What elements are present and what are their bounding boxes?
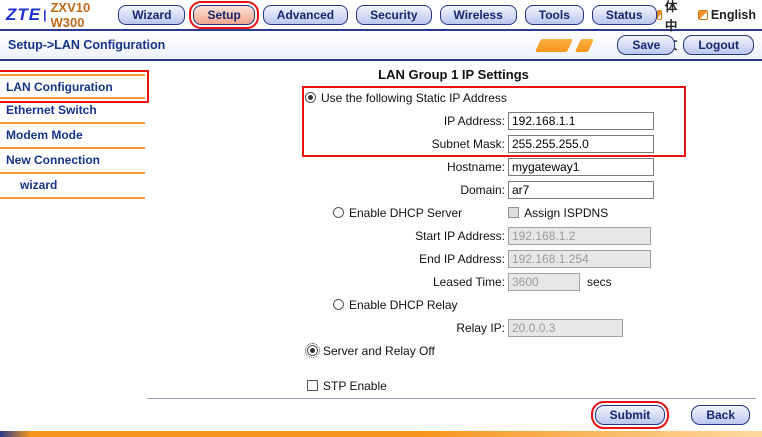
ip-address-row: IP Address: <box>145 109 762 132</box>
lang-english-label: English <box>710 7 756 22</box>
dhcp-relay-radio-row: Enable DHCP Relay <box>145 293 762 316</box>
dhcp-relay-radio-label: Enable DHCP Relay <box>349 297 458 312</box>
static-ip-radio-label: Use the following Static IP Address <box>321 90 507 105</box>
tab-setup[interactable]: Setup <box>189 0 259 29</box>
stp-enable-row: STP Enable <box>145 374 762 397</box>
end-ip-input <box>508 249 651 268</box>
back-button[interactable]: Back <box>691 405 750 425</box>
orange-decor-shape <box>575 38 595 52</box>
bottom-buttons: Submit Back <box>590 401 750 429</box>
zte-logo: ZTE <box>6 4 42 24</box>
dhcp-server-radio-label: Enable DHCP Server <box>349 205 463 220</box>
server-relay-off-radio[interactable] <box>305 343 320 358</box>
breadcrumb-actions: Save Logout <box>535 35 754 55</box>
save-button[interactable]: Save <box>617 35 676 55</box>
stp-enable-label: STP Enable <box>323 378 387 393</box>
static-ip-radio-row: Use the following Static IP Address <box>145 86 762 109</box>
model-label: ZXV10 W300 <box>50 0 91 30</box>
submit-button[interactable]: Submit <box>590 401 670 429</box>
relay-ip-input <box>508 318 623 337</box>
assign-ispdns-label: Assign ISPDNS <box>524 205 609 220</box>
sidebar-item-wizard[interactable]: wizard <box>0 174 145 199</box>
domain-input[interactable] <box>508 180 654 199</box>
page-title: LAN Group 1 IP Settings <box>378 67 529 82</box>
stp-enable-checkbox[interactable] <box>307 380 318 391</box>
static-ip-radio[interactable] <box>305 92 316 103</box>
domain-row: Domain: <box>145 178 762 201</box>
end-ip-row: End IP Address: <box>145 247 762 270</box>
subnet-mask-label: Subnet Mask: <box>431 136 505 151</box>
logo-divider: | <box>43 7 47 22</box>
orange-decor-shape <box>535 38 574 52</box>
leased-time-input <box>508 272 580 291</box>
start-ip-label: Start IP Address: <box>415 228 505 243</box>
logout-button[interactable]: Logout <box>683 35 754 55</box>
domain-label: Domain: <box>460 182 505 197</box>
bottom-separator <box>147 398 756 399</box>
breadcrumb-bar: Setup->LAN Configuration Save Logout <box>0 31 762 61</box>
nav-tabs: Wizard Setup Advanced Security Wireless … <box>118 0 657 29</box>
breadcrumb: Setup->LAN Configuration <box>8 38 166 52</box>
dhcp-server-radio[interactable] <box>333 207 344 218</box>
subnet-mask-row: Subnet Mask: <box>145 132 762 155</box>
tab-wizard[interactable]: Wizard <box>118 4 186 25</box>
sidebar-item-new-connection[interactable]: New Connection <box>0 149 145 174</box>
tab-tools[interactable]: Tools <box>524 4 584 25</box>
assign-ispdns-checkbox <box>508 207 520 218</box>
relay-ip-row: Relay IP: <box>145 316 762 339</box>
tab-advanced[interactable]: Advanced <box>262 4 349 25</box>
tab-security[interactable]: Security <box>356 4 432 25</box>
end-ip-label: End IP Address: <box>419 251 505 266</box>
footer-orange-bar <box>0 431 762 437</box>
sidebar-item-ethernet-switch[interactable]: Ethernet Switch <box>0 99 145 124</box>
lang-english-link[interactable]: English <box>697 7 756 22</box>
top-bar: ZTE | ZXV10 W300 Wizard Setup Advanced S… <box>0 0 762 52</box>
dhcp-relay-radio[interactable] <box>333 299 344 310</box>
server-relay-off-row: Server and Relay Off <box>145 339 762 362</box>
start-ip-row: Start IP Address: <box>145 224 762 247</box>
hostname-label: Hostname: <box>446 159 505 174</box>
sidebar-item-lan-configuration[interactable]: LAN Configuration <box>0 70 149 103</box>
ip-address-input[interactable] <box>508 111 654 130</box>
leased-time-label: Leased Time: <box>432 274 505 289</box>
relay-ip-label: Relay IP: <box>456 320 505 335</box>
subnet-mask-input[interactable] <box>508 134 654 153</box>
server-relay-off-label: Server and Relay Off <box>323 343 435 358</box>
lang-english-icon <box>697 9 708 20</box>
sidebar-item-modem-mode[interactable]: Modem Mode <box>0 124 145 149</box>
start-ip-input <box>508 226 651 245</box>
leased-time-unit: secs <box>587 274 612 289</box>
leased-time-row: Leased Time: secs <box>145 270 762 293</box>
hostname-input[interactable] <box>508 157 654 176</box>
tab-wireless[interactable]: Wireless <box>439 4 517 25</box>
dhcp-server-radio-row: Enable DHCP Server Assign ISPDNS <box>145 201 762 224</box>
sidebar: LAN Configuration Ethernet Switch Modem … <box>0 61 149 431</box>
lang-chinese-icon <box>656 9 662 20</box>
ip-address-label: IP Address: <box>443 113 505 128</box>
hostname-row: Hostname: <box>145 155 762 178</box>
tab-status[interactable]: Status <box>591 4 657 25</box>
main-panel: LAN Group 1 IP Settings Use the followin… <box>145 61 762 431</box>
content-area: LAN Configuration Ethernet Switch Modem … <box>0 61 762 431</box>
